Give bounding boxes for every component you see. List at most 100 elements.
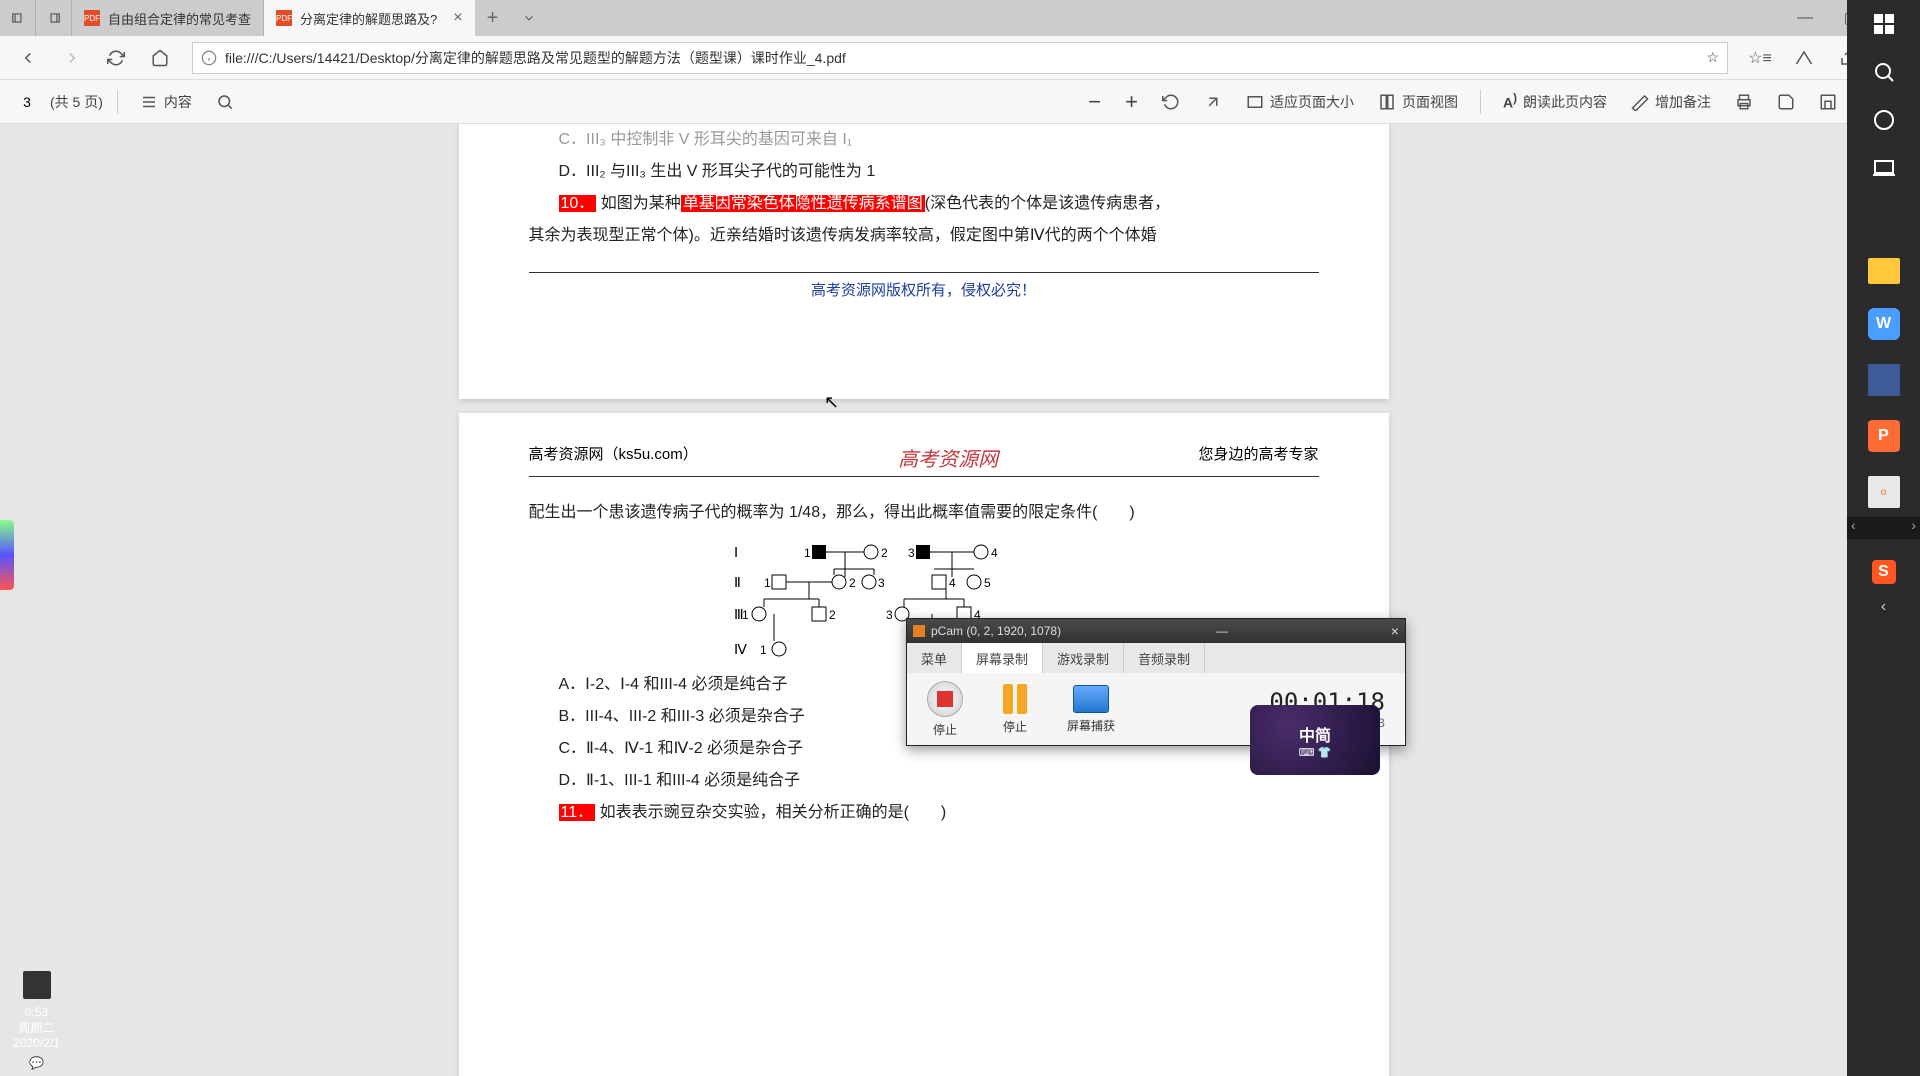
svg-text:3: 3 bbox=[886, 608, 893, 622]
tab-back-icon[interactable] bbox=[0, 0, 36, 36]
ocam-stop-button[interactable]: 停止 bbox=[927, 681, 963, 738]
close-icon[interactable]: × bbox=[453, 9, 462, 27]
ime-indicator[interactable]: 中简 ⌨ 👕 bbox=[1250, 705, 1380, 775]
ocam-icon bbox=[913, 625, 925, 637]
back-button[interactable] bbox=[8, 38, 48, 78]
svg-text:Ⅱ: Ⅱ bbox=[734, 574, 741, 590]
fit-page-button[interactable]: 适应页面大小 bbox=[1238, 84, 1362, 120]
notification-icon[interactable]: 💬 bbox=[0, 1056, 73, 1070]
system-clock[interactable]: 0:53 周期二 2020/2/1 💬 bbox=[0, 965, 73, 1076]
svg-text:3: 3 bbox=[908, 546, 915, 560]
ocam-tab-audio[interactable]: 音频录制 bbox=[1124, 643, 1205, 673]
pdf-icon: PDF bbox=[84, 10, 100, 26]
page-footer: 高考资源网版权所有，侵权必究！ bbox=[529, 272, 1319, 300]
cortana-icon[interactable] bbox=[1872, 108, 1896, 132]
svg-text:2: 2 bbox=[881, 546, 888, 560]
tray-icon[interactable] bbox=[23, 971, 51, 999]
svg-text:2: 2 bbox=[829, 608, 836, 622]
tab-active[interactable]: PDF 分离定律的解题思路及? × bbox=[264, 0, 475, 36]
print-button[interactable] bbox=[1727, 84, 1761, 120]
minimize-button[interactable]: — bbox=[1782, 0, 1828, 36]
ocam-tab-game[interactable]: 游戏录制 bbox=[1043, 643, 1124, 673]
svg-text:1: 1 bbox=[760, 643, 767, 657]
pdf-toolbar: (共 5 页) 内容 − + 适应页面大小 页面视图 A)朗读此页内容 增加备注 bbox=[0, 80, 1920, 124]
pdf-icon: PDF bbox=[276, 10, 292, 26]
rotate-button[interactable] bbox=[1154, 84, 1188, 120]
contents-button[interactable]: 内容 bbox=[132, 84, 200, 120]
ocam-capture-button[interactable]: 屏幕捕获 bbox=[1067, 685, 1115, 734]
header-left: 高考资源网（ks5u.com） bbox=[529, 443, 698, 472]
ocam-tab-menu[interactable]: 菜单 bbox=[907, 643, 962, 673]
sogou-tray-icon[interactable]: S bbox=[1847, 560, 1920, 584]
ocam-close-icon[interactable]: × bbox=[1391, 623, 1399, 639]
favorite-icon[interactable]: ☆ bbox=[1706, 49, 1719, 66]
tray-back-icon[interactable]: ‹ bbox=[1847, 598, 1920, 616]
zoom-out-button[interactable]: − bbox=[1080, 84, 1109, 120]
svg-text:3: 3 bbox=[878, 576, 885, 590]
home-button[interactable] bbox=[140, 38, 180, 78]
info-icon bbox=[201, 50, 217, 66]
svg-text:1: 1 bbox=[764, 576, 771, 590]
header-right: 您身边的高考专家 bbox=[1198, 443, 1318, 472]
q10-cont: 其余为表现型正常个体)。近亲结婚时该遗传病发病率较高，假定图中第Ⅳ代的两个个体婚 bbox=[529, 220, 1319, 252]
tab-label: 分离定律的解题思路及? bbox=[300, 9, 437, 28]
window-titlebar: PDF 自由组合定律的常见考查 PDF 分离定律的解题思路及? × + — ▢ … bbox=[0, 0, 1920, 36]
app-icon-2[interactable]: P bbox=[1868, 420, 1900, 452]
tray-scroll[interactable]: ‹› bbox=[1847, 517, 1920, 539]
zoom-in-button[interactable]: + bbox=[1117, 84, 1146, 120]
svg-text:5: 5 bbox=[984, 576, 991, 590]
refresh-button[interactable] bbox=[96, 38, 136, 78]
header-center: 高考资源网 bbox=[898, 443, 998, 472]
windows-start-icon[interactable] bbox=[1872, 12, 1896, 36]
p2-line1: 配生出一个患该遗传病子代的概率为 1/48，那么，得出此概率值需要的限定条件( … bbox=[529, 497, 1319, 529]
svg-text:4: 4 bbox=[991, 546, 998, 560]
forward-button[interactable] bbox=[52, 38, 92, 78]
read-aloud-button[interactable]: A)朗读此页内容 bbox=[1495, 84, 1615, 120]
save-button[interactable] bbox=[1769, 84, 1803, 120]
svg-text:Ⅰ: Ⅰ bbox=[734, 544, 738, 560]
page-number-input[interactable] bbox=[12, 88, 42, 116]
url-field[interactable]: file:///C:/Users/14421/Desktop/分离定律的解题思路… bbox=[192, 42, 1728, 74]
side-gadget[interactable] bbox=[0, 520, 14, 590]
ocam-tabs: 菜单 屏幕录制 游戏录制 音频录制 bbox=[907, 643, 1405, 673]
ocam-pause-button[interactable]: 停止 bbox=[1003, 684, 1027, 735]
taskview-icon[interactable] bbox=[1872, 156, 1896, 180]
app-icon-1[interactable] bbox=[1868, 364, 1900, 396]
reading-icon[interactable] bbox=[1784, 38, 1824, 78]
ocam-minimize-icon[interactable]: — bbox=[1216, 624, 1228, 638]
option-c-partial: C．III₃ 中控制非 V 形耳尖的基因可来自 I₁ bbox=[559, 124, 1319, 156]
add-notes-button[interactable]: 增加备注 bbox=[1623, 84, 1719, 120]
page-header: 高考资源网（ks5u.com） 高考资源网 您身边的高考专家 bbox=[529, 443, 1319, 477]
tab-label: 自由组合定律的常见考查 bbox=[108, 9, 251, 28]
address-bar: file:///C:/Users/14421/Desktop/分离定律的解题思路… bbox=[0, 36, 1920, 80]
q10-number: 10． bbox=[559, 195, 597, 212]
search-icon[interactable] bbox=[1872, 60, 1896, 84]
ocam-tab-screen[interactable]: 屏幕录制 bbox=[962, 643, 1043, 673]
ocam-taskbar-icon[interactable]: o bbox=[1868, 476, 1900, 508]
svg-text:4: 4 bbox=[949, 576, 956, 590]
question-11: 11． 如表表示豌豆杂交实验，相关分析正确的是( ) bbox=[529, 797, 1319, 829]
save-as-button[interactable] bbox=[1811, 84, 1845, 120]
url-text: file:///C:/Users/14421/Desktop/分离定律的解题思路… bbox=[225, 48, 846, 68]
pdf-page-3-bottom: C．III₃ 中控制非 V 形耳尖的基因可来自 I₁ D．III₂ 与III₃ … bbox=[459, 124, 1389, 399]
ocam-titlebar[interactable]: pCam (0, 2, 1920, 1078) — × bbox=[907, 619, 1405, 643]
tab-dropdown-icon[interactable] bbox=[511, 0, 547, 36]
option-d: D．III₂ 与III₃ 生出 V 形耳尖子代的可能性为 1 bbox=[559, 156, 1319, 188]
tab-inactive[interactable]: PDF 自由组合定律的常见考查 bbox=[72, 0, 264, 36]
page-total-label: (共 5 页) bbox=[50, 92, 103, 112]
ocam-title-text: pCam (0, 2, 1920, 1078) bbox=[931, 624, 1061, 638]
svg-text:Ⅳ: Ⅳ bbox=[734, 641, 747, 657]
page-view-button[interactable]: 页面视图 bbox=[1370, 84, 1466, 120]
question-10: 10． 如图为某种单基因常染色体隐性遗传病系谱图(深色代表的个体是该遗传病患者， bbox=[529, 188, 1319, 220]
pdf-viewer[interactable]: C．III₃ 中控制非 V 形耳尖的基因可来自 I₁ D．III₂ 与III₃ … bbox=[0, 124, 1847, 1076]
favorites-icon[interactable]: ☆≡ bbox=[1740, 38, 1780, 78]
expand-button[interactable] bbox=[1196, 84, 1230, 120]
svg-text:1: 1 bbox=[804, 546, 811, 560]
new-tab-button[interactable]: + bbox=[475, 0, 511, 36]
cursor-icon: ↖ bbox=[824, 392, 839, 413]
explorer-icon[interactable] bbox=[1868, 258, 1900, 284]
wps-icon[interactable]: W bbox=[1868, 308, 1900, 340]
tab-forward-icon[interactable] bbox=[36, 0, 72, 36]
search-button[interactable] bbox=[208, 84, 242, 120]
option-d: D．Ⅱ-1、III-1 和III-4 必须是纯合子 bbox=[559, 765, 1319, 797]
